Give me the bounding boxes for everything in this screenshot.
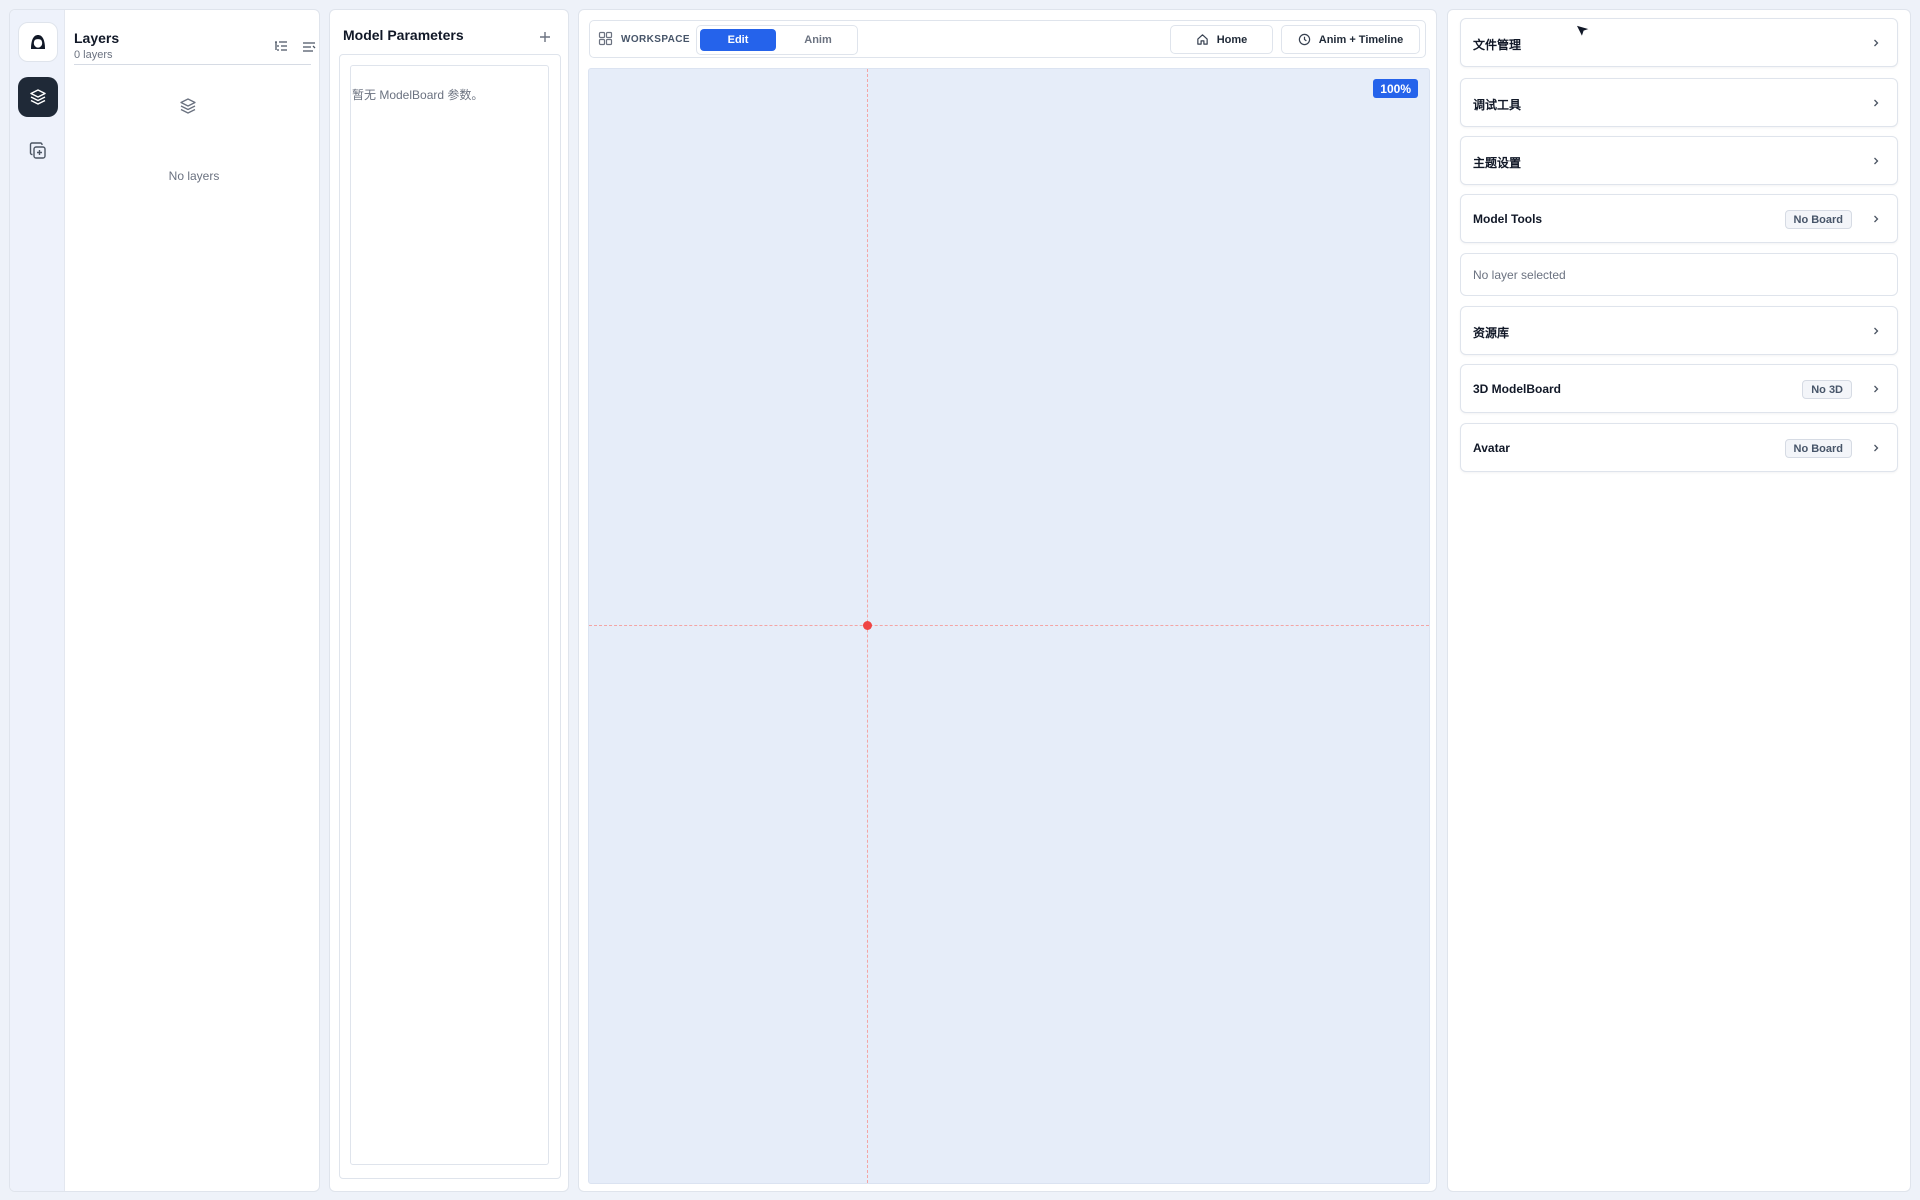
chevron-right-icon — [1869, 36, 1883, 50]
layers-header: Layers 0 layers — [74, 20, 316, 65]
mode-toggle: Edit Anim — [696, 25, 858, 55]
status-badge: No 3D — [1802, 380, 1852, 399]
layers-count: 0 layers — [74, 49, 113, 61]
section-debug-tools[interactable]: 调试工具 — [1460, 78, 1898, 127]
params-list[interactable]: 暂无 ModelBoard 参数。 — [350, 65, 549, 1165]
avatar-icon — [31, 35, 45, 49]
list-tree-icon — [275, 41, 287, 51]
params-container: 暂无 ModelBoard 参数。 — [339, 54, 561, 1179]
section-label: Avatar — [1473, 441, 1510, 455]
section-file-management[interactable]: 文件管理 — [1460, 18, 1898, 67]
avatar-button[interactable] — [18, 22, 58, 62]
section-asset-library[interactable]: 资源库 — [1460, 306, 1898, 355]
anim-timeline-button[interactable]: Anim + Timeline — [1281, 25, 1420, 54]
section-avatar[interactable]: Avatar No Board — [1460, 423, 1898, 472]
section-label: 调试工具 — [1473, 98, 1522, 112]
chevron-right-icon — [1869, 382, 1883, 396]
section-label: Model Tools — [1473, 212, 1543, 226]
mouse-cursor-icon — [1574, 23, 1592, 46]
home-icon — [1196, 34, 1208, 45]
section-model-tools[interactable]: Model Tools No Board — [1460, 194, 1898, 243]
origin-point — [863, 621, 872, 630]
add-parameter-button[interactable] — [536, 28, 554, 46]
section-3d-modelboard[interactable]: 3D ModelBoard No 3D — [1460, 364, 1898, 413]
section-label: 主题设置 — [1473, 156, 1522, 170]
status-badge: No Board — [1784, 439, 1852, 458]
filter-button[interactable] — [300, 38, 318, 56]
zoom-badge[interactable]: 100% — [1373, 79, 1418, 98]
anim-timeline-label: Anim + Timeline — [1318, 33, 1404, 46]
inspector-panel: 文件管理 调试工具 主题设置 Model Tools No Board No l… — [1447, 9, 1911, 1192]
layers-icon — [30, 89, 46, 105]
tree-view-button[interactable] — [272, 38, 290, 56]
chevron-right-icon — [1869, 441, 1883, 455]
section-label: 资源库 — [1473, 326, 1510, 340]
chevron-right-icon — [1869, 324, 1883, 338]
side-rail — [10, 10, 65, 1191]
layers-title: Layers — [74, 30, 120, 46]
anim-mode-button[interactable]: Anim — [780, 29, 856, 51]
chevron-right-icon — [1869, 96, 1883, 110]
workspace-grid-icon — [598, 31, 613, 51]
params-title: Model Parameters — [343, 27, 464, 43]
home-button-label: Home — [1216, 33, 1248, 46]
add-copy-icon — [29, 142, 46, 159]
status-badge: No Board — [1784, 210, 1852, 229]
layers-empty-text: No layers — [168, 169, 220, 183]
layers-tab-button[interactable] — [18, 77, 58, 117]
layer-properties-placeholder: No layer selected — [1460, 253, 1898, 296]
clock-icon — [1298, 33, 1310, 46]
chevron-right-icon — [1869, 154, 1883, 168]
home-button[interactable]: Home — [1170, 25, 1273, 54]
horizontal-guide — [589, 625, 1429, 626]
params-empty-text: 暂无 ModelBoard 参数。 — [352, 88, 484, 102]
section-label: 文件管理 — [1473, 38, 1522, 52]
plus-icon — [540, 32, 550, 42]
workspace-toolbar: WORKSPACE Edit Anim Home Anim + Timeline — [589, 20, 1426, 58]
workspace-label: WORKSPACE — [621, 34, 690, 45]
section-label: 3D ModelBoard — [1473, 382, 1562, 396]
add-board-button[interactable] — [18, 131, 58, 171]
edit-mode-button[interactable]: Edit — [700, 29, 776, 51]
layers-panel: Layers 0 layers No layers — [9, 9, 320, 1192]
workspace-panel: WORKSPACE Edit Anim Home Anim + Timeline… — [578, 9, 1437, 1192]
empty-layers-icon — [178, 96, 198, 121]
no-layer-selected-text: No layer selected — [1473, 268, 1566, 282]
list-filter-icon — [303, 42, 316, 52]
chevron-right-icon — [1869, 212, 1883, 226]
model-parameters-panel: Model Parameters 暂无 ModelBoard 参数。 — [329, 9, 569, 1192]
workspace-canvas[interactable]: 100% — [588, 68, 1430, 1184]
section-theme-settings[interactable]: 主题设置 — [1460, 136, 1898, 185]
